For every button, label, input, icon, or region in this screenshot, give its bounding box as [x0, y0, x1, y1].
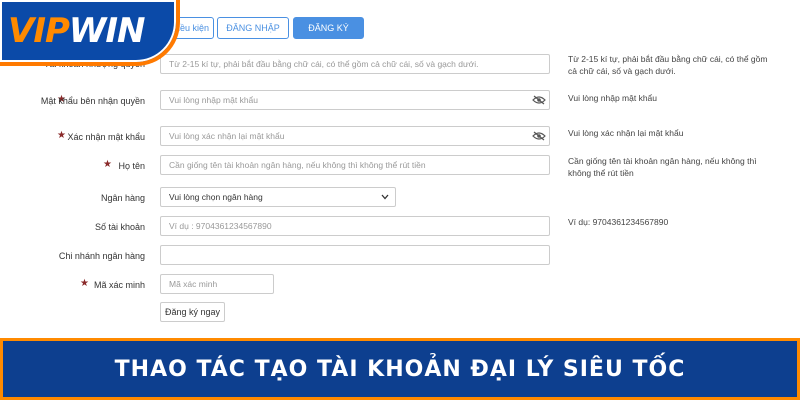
account-number-label: Số tài khoản	[94, 222, 145, 232]
password-hint: Vui lòng nhập mật khẩu	[568, 93, 657, 103]
captcha-input[interactable]: Mã xác minh	[160, 274, 274, 294]
branch-label: Chi nhánh ngân hàng	[58, 251, 145, 261]
password-input[interactable]: Vui lòng nhập mật khẩu	[160, 90, 550, 110]
username-hint: Từ 2-15 kí tự, phải bắt đầu bằng chữ cái…	[568, 54, 768, 76]
account-number-input[interactable]: Ví dụ : 9704361234567890	[160, 216, 550, 236]
confirm-password-label: Xác nhận mật khẩu	[67, 132, 145, 142]
eye-off-icon[interactable]	[532, 131, 546, 141]
chevron-down-icon	[381, 194, 389, 200]
tab-register[interactable]: ĐĂNG KÝ	[293, 17, 364, 39]
confirm-password-hint: Vui lòng xác nhận lại mật khẩu	[568, 128, 684, 138]
full-name-hint: Cần giống tên tài khoản ngân hàng, nếu k…	[568, 156, 757, 178]
captcha-label: Mã xác minh	[93, 280, 145, 290]
vipwin-logo: VIPWIN	[0, 0, 180, 66]
account-number-hint: Ví dụ: 9704361234567890	[568, 217, 669, 227]
banner-title: THAO TÁC TẠO TÀI KHOẢN ĐẠI LÝ SIÊU TỐC	[114, 356, 686, 382]
confirm-password-input[interactable]: Vui lòng xác nhận lại mật khẩu	[160, 126, 550, 146]
eye-off-icon[interactable]	[532, 95, 546, 105]
logo-win: WIN	[68, 11, 146, 51]
tab-login[interactable]: ĐĂNG NHẬP	[217, 17, 289, 39]
bank-select[interactable]: Vui lòng chọn ngân hàng	[160, 187, 396, 207]
logo-vip: VIP	[8, 11, 70, 51]
password-label: Mật khẩu bên nhận quyền	[40, 96, 145, 106]
full-name-input[interactable]: Cần giống tên tài khoản ngân hàng, nếu k…	[160, 155, 550, 175]
register-now-button[interactable]: Đăng ký ngay	[160, 302, 225, 322]
logo-text: VIPWIN	[8, 11, 145, 51]
username-input[interactable]: Từ 2-15 kí tự, phải bắt đầu bằng chữ cái…	[160, 54, 550, 74]
full-name-label: Họ tên	[118, 161, 145, 171]
branch-input[interactable]	[160, 245, 550, 265]
bottom-banner: THAO TÁC TẠO TÀI KHOẢN ĐẠI LÝ SIÊU TỐC	[0, 338, 800, 400]
bank-label: Ngân hàng	[100, 193, 145, 203]
